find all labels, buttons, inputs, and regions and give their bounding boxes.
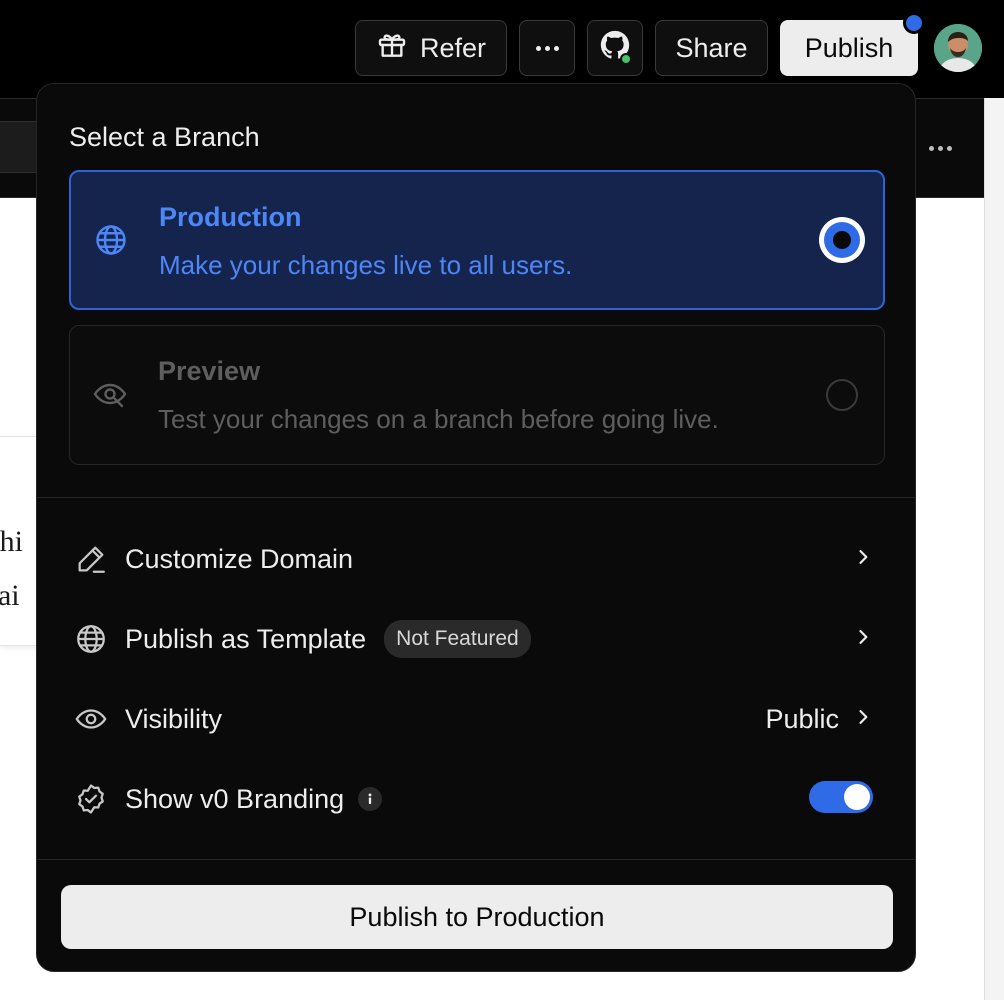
customize-domain-label: Customize Domain	[125, 543, 354, 574]
visibility-row[interactable]: Visibility Public	[73, 689, 873, 749]
publish-popover: Select a Branch Production Make your cha…	[36, 83, 916, 972]
preview-text-line: rai	[0, 579, 20, 612]
branch-option-preview[interactable]: Preview Test your changes on a branch be…	[69, 325, 885, 465]
publish-button[interactable]: Publish	[780, 20, 918, 76]
branding-row: Show v0 Branding	[73, 769, 873, 829]
badge-check-icon	[73, 781, 109, 817]
toolbar-more-button[interactable]	[916, 130, 964, 166]
share-button[interactable]: Share	[655, 20, 768, 76]
more-options-button[interactable]	[519, 20, 575, 76]
globe-icon	[93, 222, 129, 258]
refer-button[interactable]: Refer	[355, 20, 507, 76]
notification-dot	[903, 12, 925, 34]
publish-template-label: Publish as Template	[125, 623, 367, 654]
radio-selected[interactable]	[819, 217, 865, 263]
info-icon[interactable]	[358, 787, 383, 811]
pencil-icon	[73, 541, 109, 577]
github-button[interactable]	[587, 20, 643, 76]
branch-title: Preview	[158, 356, 261, 386]
publish-template-row[interactable]: Publish as Template Not Featured	[73, 609, 873, 669]
toggle-knob	[844, 784, 870, 810]
more-horizontal-icon	[535, 45, 559, 51]
eye-icon	[73, 701, 109, 737]
github-connected-indicator	[620, 53, 632, 65]
chevron-right-icon	[853, 707, 873, 732]
chevron-right-icon	[853, 547, 873, 572]
publish-label: Publish	[804, 32, 894, 63]
divider	[37, 497, 915, 498]
chevron-right-icon	[853, 627, 873, 652]
publish-to-production-button[interactable]: Publish to Production	[61, 885, 893, 949]
eye-scan-icon	[92, 376, 128, 412]
branch-option-production[interactable]: Production Make your changes live to all…	[69, 170, 885, 310]
refer-label: Refer	[419, 32, 487, 63]
customize-domain-row[interactable]: Customize Domain	[73, 529, 873, 589]
preview-text-line: shi	[0, 525, 24, 558]
share-label: Share	[675, 32, 748, 63]
branding-label: Show v0 Branding	[125, 783, 345, 814]
scrollbar[interactable]	[984, 98, 1004, 1000]
status-badge: Not Featured	[384, 620, 531, 658]
visibility-label: Visibility	[125, 703, 223, 734]
gift-icon	[376, 29, 408, 68]
avatar[interactable]	[934, 24, 982, 72]
radio-unselected[interactable]	[826, 379, 858, 411]
globe-icon	[73, 621, 109, 657]
visibility-value: Public	[765, 703, 839, 734]
branding-toggle[interactable]	[809, 781, 873, 813]
divider	[37, 859, 915, 860]
popover-title: Select a Branch	[69, 122, 260, 152]
branch-description: Test your changes on a branch before goi…	[158, 404, 719, 434]
branch-title: Production	[159, 202, 302, 232]
branch-description: Make your changes live to all users.	[159, 250, 573, 280]
